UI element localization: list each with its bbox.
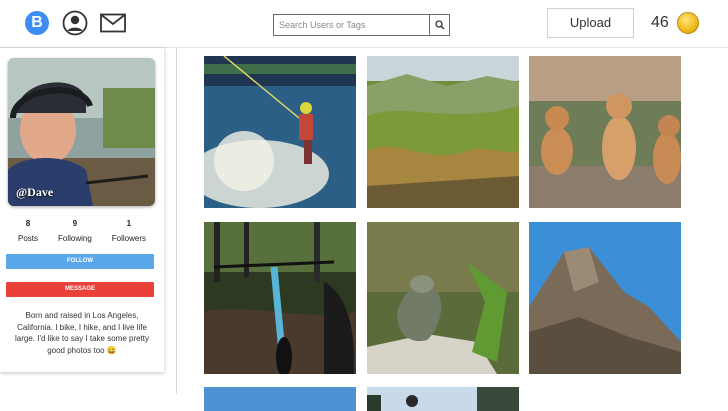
photo-wakeboard-image [204,56,356,208]
photo-sky[interactable] [204,387,356,411]
message-button[interactable]: MESSAGE [6,282,154,297]
stat-value: 9 [72,219,78,228]
stat-posts[interactable]: 8 Posts [18,219,38,243]
profile-bio: Born and raised in Los Angeles, Californ… [14,311,150,355]
stat-label: Following [57,234,92,243]
user-profile-icon[interactable] [62,10,88,36]
stat-followers[interactable]: 1 Followers [112,219,146,243]
logo-icon[interactable]: B [25,11,49,35]
photo-peak[interactable] [529,222,681,374]
stat-label: Posts [17,234,38,243]
photo-mountain-bike[interactable] [204,222,356,374]
profile-photo-image [8,58,155,206]
profile-card: @Dave 8 Posts 9 Following 1 Followers FO… [0,48,164,372]
follow-button[interactable]: FOLLOW [6,254,154,269]
profile-handle: @Dave [16,185,54,199]
photo-mountains-image [367,56,519,208]
search-icon [434,20,444,30]
photo-puppies[interactable] [529,56,681,208]
search-button[interactable] [429,15,449,35]
photo-sky-image [204,387,356,411]
upload-button[interactable]: Upload [547,8,634,38]
photo-hiker-image [367,387,519,411]
photo-mountain-bike-image [204,222,356,374]
mail-icon[interactable] [100,13,126,33]
photo-puppies-image [529,56,681,208]
search-input[interactable] [274,15,429,35]
photo-iguana[interactable] [367,222,519,374]
coin-count: 46 [651,14,669,31]
photo-hiker[interactable] [367,387,519,411]
coin-icon [677,12,699,34]
photo-mountains[interactable] [367,56,519,208]
stat-following[interactable]: 9 Following [58,219,92,243]
stat-label: Followers [111,234,146,243]
photo-iguana-image [367,222,519,374]
photo-wakeboard[interactable] [204,56,356,208]
search-bar [273,14,450,36]
stat-value: 1 [126,219,132,228]
profile-photo[interactable]: @Dave [8,58,155,206]
sidebar-divider [176,48,177,394]
photo-peak-image [529,222,681,374]
profile-stats: 8 Posts 9 Following 1 Followers [0,219,164,243]
top-bar: B Upload 46 [0,0,728,48]
stat-value: 8 [25,219,31,228]
